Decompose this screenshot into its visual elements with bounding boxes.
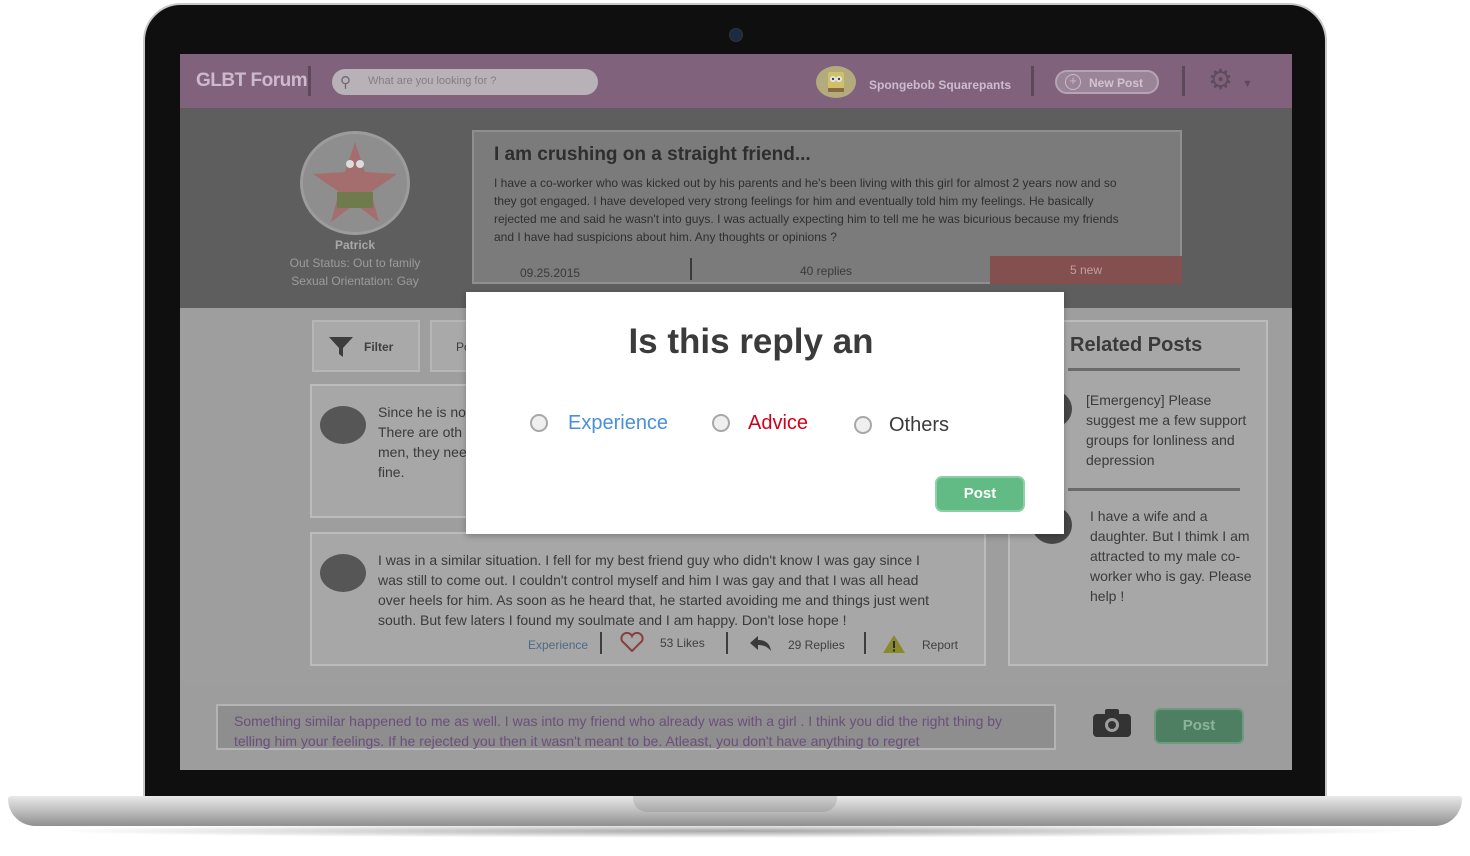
radio-experience[interactable] (530, 414, 548, 432)
dialog-post-button[interactable]: Post (935, 476, 1025, 512)
screen: GLBT Forum ⚲ What are you looking for ? … (180, 54, 1292, 770)
post-body: I have a co-worker who was kicked out by… (494, 176, 1119, 244)
reply-line: There are oth (378, 424, 463, 440)
gear-icon[interactable]: ⚙ (1208, 66, 1233, 94)
new-post-label: New Post (1089, 76, 1144, 90)
reply-arrow-icon[interactable] (748, 634, 772, 657)
author-orientation: Sexual Orientation: Gay (291, 274, 419, 288)
filter-button[interactable]: Filter (312, 320, 420, 372)
laptop-shadow (40, 824, 1430, 838)
original-post-card: I am crushing on a straight friend... I … (472, 130, 1182, 284)
option-advice-label[interactable]: Advice (748, 412, 808, 435)
header-divider (1031, 66, 1034, 96)
plus-icon: + (1065, 74, 1081, 90)
heart-icon[interactable] (620, 631, 644, 657)
related-posts-title: Related Posts (1070, 334, 1203, 356)
username[interactable]: Spongebob Squarepants (869, 78, 1011, 92)
search-icon: ⚲ (340, 74, 351, 91)
composer-post-button[interactable]: Post (1154, 708, 1244, 744)
camera-icon[interactable] (1092, 708, 1132, 746)
filter-label: Filter (364, 340, 394, 354)
reply-line: men, they nee (378, 444, 467, 460)
divider (1068, 368, 1240, 371)
author-out-status: Out Status: Out to family (289, 256, 421, 270)
user-avatar[interactable] (816, 66, 856, 98)
radio-advice[interactable] (712, 414, 730, 432)
option-others-label[interactable]: Others (889, 414, 949, 437)
search-input[interactable]: ⚲ What are you looking for ? (332, 69, 598, 95)
laptop-notch (633, 796, 837, 812)
reply-type-dialog: Is this reply an Experience Advice Other… (466, 292, 1064, 534)
top-bar: GLBT Forum ⚲ What are you looking for ? … (180, 54, 1292, 108)
divider (1068, 488, 1240, 491)
funnel-icon (328, 335, 354, 365)
spongebob-icon (828, 72, 844, 92)
reply-category-tag[interactable]: Experience (528, 638, 588, 652)
search-placeholder: What are you looking for ? (368, 75, 497, 87)
patrick-icon (313, 142, 397, 222)
chevron-down-icon[interactable]: ▼ (1242, 78, 1253, 90)
post-date: 09.25.2015 (520, 266, 581, 280)
replies-count[interactable]: 29 Replies (788, 638, 845, 652)
meta-divider (600, 632, 602, 654)
likes-count: 53 Likes (660, 636, 705, 650)
header-divider (308, 66, 311, 96)
reply-draft-text: Something similar happened to me as well… (234, 713, 1003, 749)
author-avatar[interactable] (300, 131, 410, 235)
webcam (729, 28, 743, 42)
report-link[interactable]: Report (922, 638, 958, 652)
dialog-title: Is this reply an (628, 322, 874, 361)
reply-text: I was in a similar situation. I fell for… (378, 552, 929, 628)
option-experience-label[interactable]: Experience (568, 412, 668, 435)
warning-icon[interactable] (882, 634, 906, 659)
header-divider (1182, 66, 1185, 96)
author-name[interactable]: Patrick (260, 238, 450, 252)
reply-avatar[interactable] (320, 406, 366, 444)
meta-divider (726, 632, 728, 654)
new-replies-badge[interactable]: 5 new (990, 256, 1182, 284)
meta-divider (690, 258, 692, 280)
reply-card: I was in a similar situation. I fell for… (310, 532, 986, 666)
related-post-link[interactable]: [Emergency] Please suggest me a few supp… (1086, 390, 1256, 470)
post-replies-count[interactable]: 40 replies (800, 264, 852, 278)
post-title: I am crushing on a straight friend... (494, 144, 811, 165)
reply-avatar[interactable] (320, 554, 366, 592)
related-post-link[interactable]: I have a wife and a daughter. But I thim… (1090, 506, 1254, 606)
meta-divider (864, 632, 866, 654)
radio-others[interactable] (854, 416, 872, 434)
reply-line: fine. (378, 464, 405, 480)
brand-logo[interactable]: GLBT Forum (196, 70, 308, 92)
new-post-button[interactable]: + New Post (1055, 70, 1159, 94)
reply-textarea[interactable]: Something similar happened to me as well… (216, 704, 1056, 750)
reply-line: Since he is no (378, 404, 466, 420)
